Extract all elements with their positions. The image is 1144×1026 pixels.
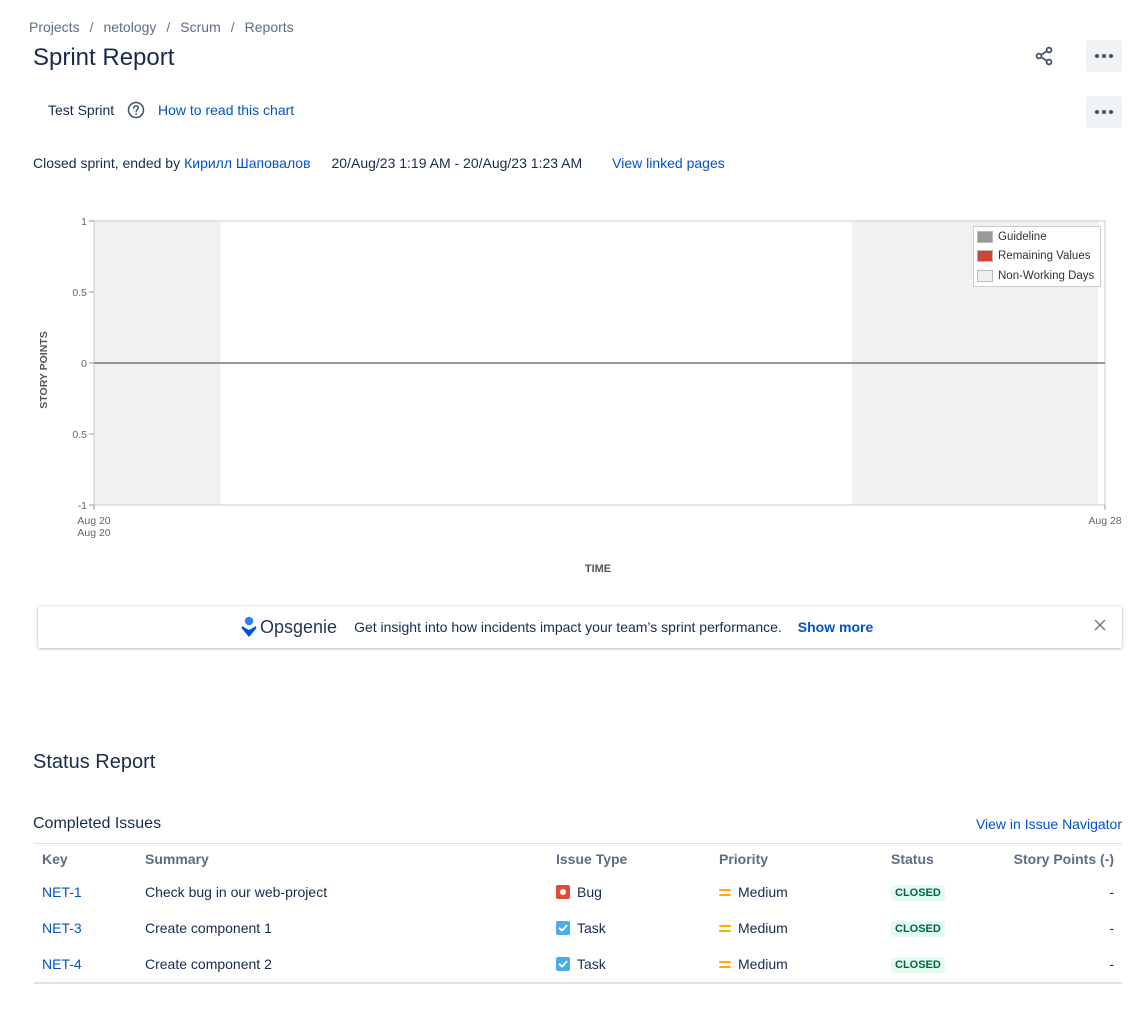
page-title: Sprint Report [33, 44, 175, 71]
more-icon [1095, 110, 1113, 114]
breadcrumb-separator: / [89, 19, 94, 35]
opsgenie-logo: Opsgenie [241, 616, 337, 638]
status-badge: CLOSED [891, 921, 945, 937]
bug-icon [556, 885, 570, 899]
legend-label: Guideline [998, 230, 1047, 243]
issue-type: Task [577, 920, 606, 936]
issue-key-link[interactable]: NET-4 [42, 956, 82, 972]
view-in-issue-navigator-link[interactable]: View in Issue Navigator [976, 816, 1122, 832]
breadcrumb: Projects / netology / Scrum / Reports [29, 19, 294, 35]
y-tick-label: -1 [78, 500, 87, 512]
legend-swatch [977, 230, 993, 243]
breadcrumb-projects[interactable]: Projects [29, 19, 80, 35]
x-tick-label: Aug 28 [1088, 515, 1121, 527]
completed-issues-title: Completed Issues [33, 815, 162, 832]
breadcrumb-project[interactable]: netology [103, 19, 156, 35]
show-more-link[interactable]: Show more [798, 619, 873, 635]
banner-text: Get insight into how incidents impact yo… [354, 619, 782, 635]
priority-medium-icon [719, 960, 731, 968]
column-key[interactable]: Key [34, 843, 137, 874]
status-badge: CLOSED [891, 885, 945, 901]
issue-priority: Medium [738, 920, 788, 936]
opsgenie-banner: Opsgenie Get insight into how incidents … [38, 606, 1122, 648]
story-points: - [988, 946, 1122, 984]
issue-summary: Create component 1 [145, 920, 272, 936]
priority-medium-icon [719, 888, 731, 896]
issue-key-link[interactable]: NET-1 [42, 884, 82, 900]
sprint-dates: 20/Aug/23 1:19 AM - 20/Aug/23 1:23 AM [331, 155, 583, 171]
breadcrumb-separator: / [166, 19, 171, 35]
completed-issues-table: Key Summary Issue Type Priority Status S… [34, 843, 1122, 984]
close-icon[interactable] [1092, 617, 1108, 633]
y-tick-label: 0 [81, 358, 87, 370]
sprint-meta: Closed sprint, ended by Кирилл Шаповалов… [33, 155, 725, 171]
question-circle-icon[interactable] [127, 101, 145, 119]
chart-legend: Guideline Remaining Values Non-Working D… [973, 226, 1101, 287]
user-link[interactable]: Кирилл Шаповалов [184, 155, 310, 171]
table-header-row: Key Summary Issue Type Priority Status S… [34, 843, 1122, 874]
column-summary[interactable]: Summary [137, 843, 548, 874]
story-points: - [1109, 884, 1114, 900]
issue-key-link[interactable]: NET-3 [42, 920, 82, 936]
x-tick-label: Aug 20 [77, 515, 110, 527]
status-report-title: Status Report [33, 751, 156, 773]
legend-item-guideline[interactable]: Guideline [974, 227, 1100, 247]
issue-summary: Check bug in our web-project [145, 884, 328, 900]
breadcrumb-separator: / [230, 19, 235, 35]
share-button[interactable] [1026, 40, 1062, 72]
issue-priority: Medium [738, 884, 788, 900]
table-row: NET-1 Check bug in our web-project Bug M… [34, 874, 1122, 910]
issue-type: Task [577, 956, 606, 972]
issue-type: Bug [577, 884, 602, 900]
opsgenie-icon [241, 616, 257, 637]
y-tick-label: 0.5 [72, 287, 87, 299]
legend-swatch [977, 269, 993, 282]
view-linked-pages-link[interactable]: View linked pages [612, 155, 725, 171]
column-issue-type[interactable]: Issue Type [548, 843, 711, 874]
status-badge: CLOSED [891, 957, 945, 973]
table-row: NET-3 Create component 1 Task Medium CLO… [34, 910, 1122, 946]
priority-medium-icon [719, 924, 731, 932]
y-tick-label: 1 [81, 216, 87, 228]
closed-sprint-label: Closed sprint, ended by [33, 155, 181, 171]
y-axis-label: STORY POINTS [38, 331, 50, 408]
column-status[interactable]: Status [883, 843, 988, 874]
chart-more-button[interactable] [1086, 96, 1122, 128]
breadcrumb-reports[interactable]: Reports [245, 19, 294, 35]
column-story-points[interactable]: Story Points (-) [988, 843, 1122, 874]
breadcrumb-board[interactable]: Scrum [180, 19, 220, 35]
story-points: - [1109, 920, 1114, 936]
legend-label: Non-Working Days [998, 269, 1095, 282]
table-row: NET-4 Create component 2 Task Medium CLO… [34, 946, 1122, 984]
more-icon [1095, 54, 1113, 58]
sprint-selector[interactable]: Test Sprint [48, 102, 114, 118]
issue-priority: Medium [738, 956, 788, 972]
legend-label: Remaining Values [998, 250, 1091, 263]
y-tick-label: 0.5 [72, 429, 87, 441]
legend-swatch [977, 250, 993, 263]
how-to-read-link[interactable]: How to read this chart [158, 102, 294, 118]
x-tick-sublabel: Aug 20 [77, 527, 110, 539]
task-icon [556, 957, 570, 971]
x-axis-label: TIME [585, 563, 611, 575]
more-actions-button[interactable] [1086, 40, 1122, 72]
opsgenie-brand: Opsgenie [260, 616, 338, 637]
issue-summary: Create component 2 [137, 946, 548, 984]
column-priority[interactable]: Priority [711, 843, 883, 874]
legend-item-non-working[interactable]: Non-Working Days [974, 266, 1100, 286]
task-icon [556, 921, 570, 935]
share-icon [1035, 46, 1053, 66]
legend-item-remaining[interactable]: Remaining Values [974, 247, 1100, 267]
